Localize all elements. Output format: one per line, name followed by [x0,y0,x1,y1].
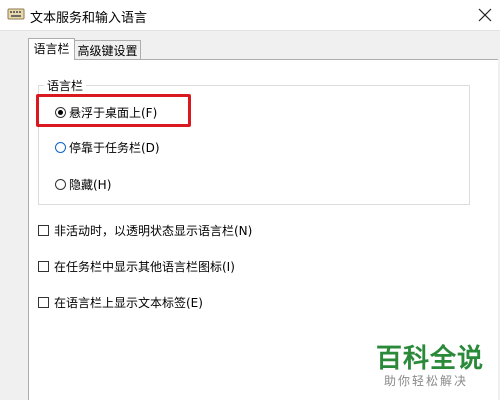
radio-hidden[interactable]: 隐藏(H) [55,176,111,192]
checkbox-transparent-when-inactive[interactable]: 非活动时，以透明状态显示语言栏(N) [38,222,252,238]
tab-advanced-key-settings[interactable]: 高级键设置 [74,40,141,60]
title-bar: 文本服务和输入语言 [0,0,500,31]
close-button[interactable] [470,0,500,30]
watermark-logo-text: 百科全说 [376,344,485,374]
checkbox-label: 在语言栏上显示文本标签(E) [54,295,203,310]
close-icon [478,8,492,22]
watermark-slogan: 助你轻松解决 [384,374,469,388]
tab-language-bar[interactable]: 语言栏 [28,38,75,60]
radio-button[interactable] [55,178,66,190]
checkbox-show-text-labels[interactable]: 在语言栏上显示文本标签(E) [38,294,203,310]
keyboard-icon [7,5,25,23]
checkbox-label: 非活动时，以透明状态显示语言栏(N) [54,223,253,238]
checkbox-show-extra-icons[interactable]: 在任务栏中显示其他语言栏图标(I) [38,258,235,274]
radio-dock-in-taskbar[interactable]: 停靠于任务栏(D) [55,139,160,155]
tab-label: 高级键设置 [77,44,138,58]
tab-label: 语言栏 [33,42,70,56]
radio-button[interactable] [55,141,66,153]
radio-label: 停靠于任务栏(D) [69,140,160,155]
window-title: 文本服务和输入语言 [30,11,148,26]
checkbox[interactable] [38,260,49,272]
groupbox-label: 语言栏 [44,77,87,94]
radio-label: 隐藏(H) [69,177,112,192]
checkbox[interactable] [38,296,49,308]
checkbox[interactable] [38,224,49,236]
checkbox-label: 在任务栏中显示其他语言栏图标(I) [54,259,235,274]
highlight-box [36,94,191,127]
